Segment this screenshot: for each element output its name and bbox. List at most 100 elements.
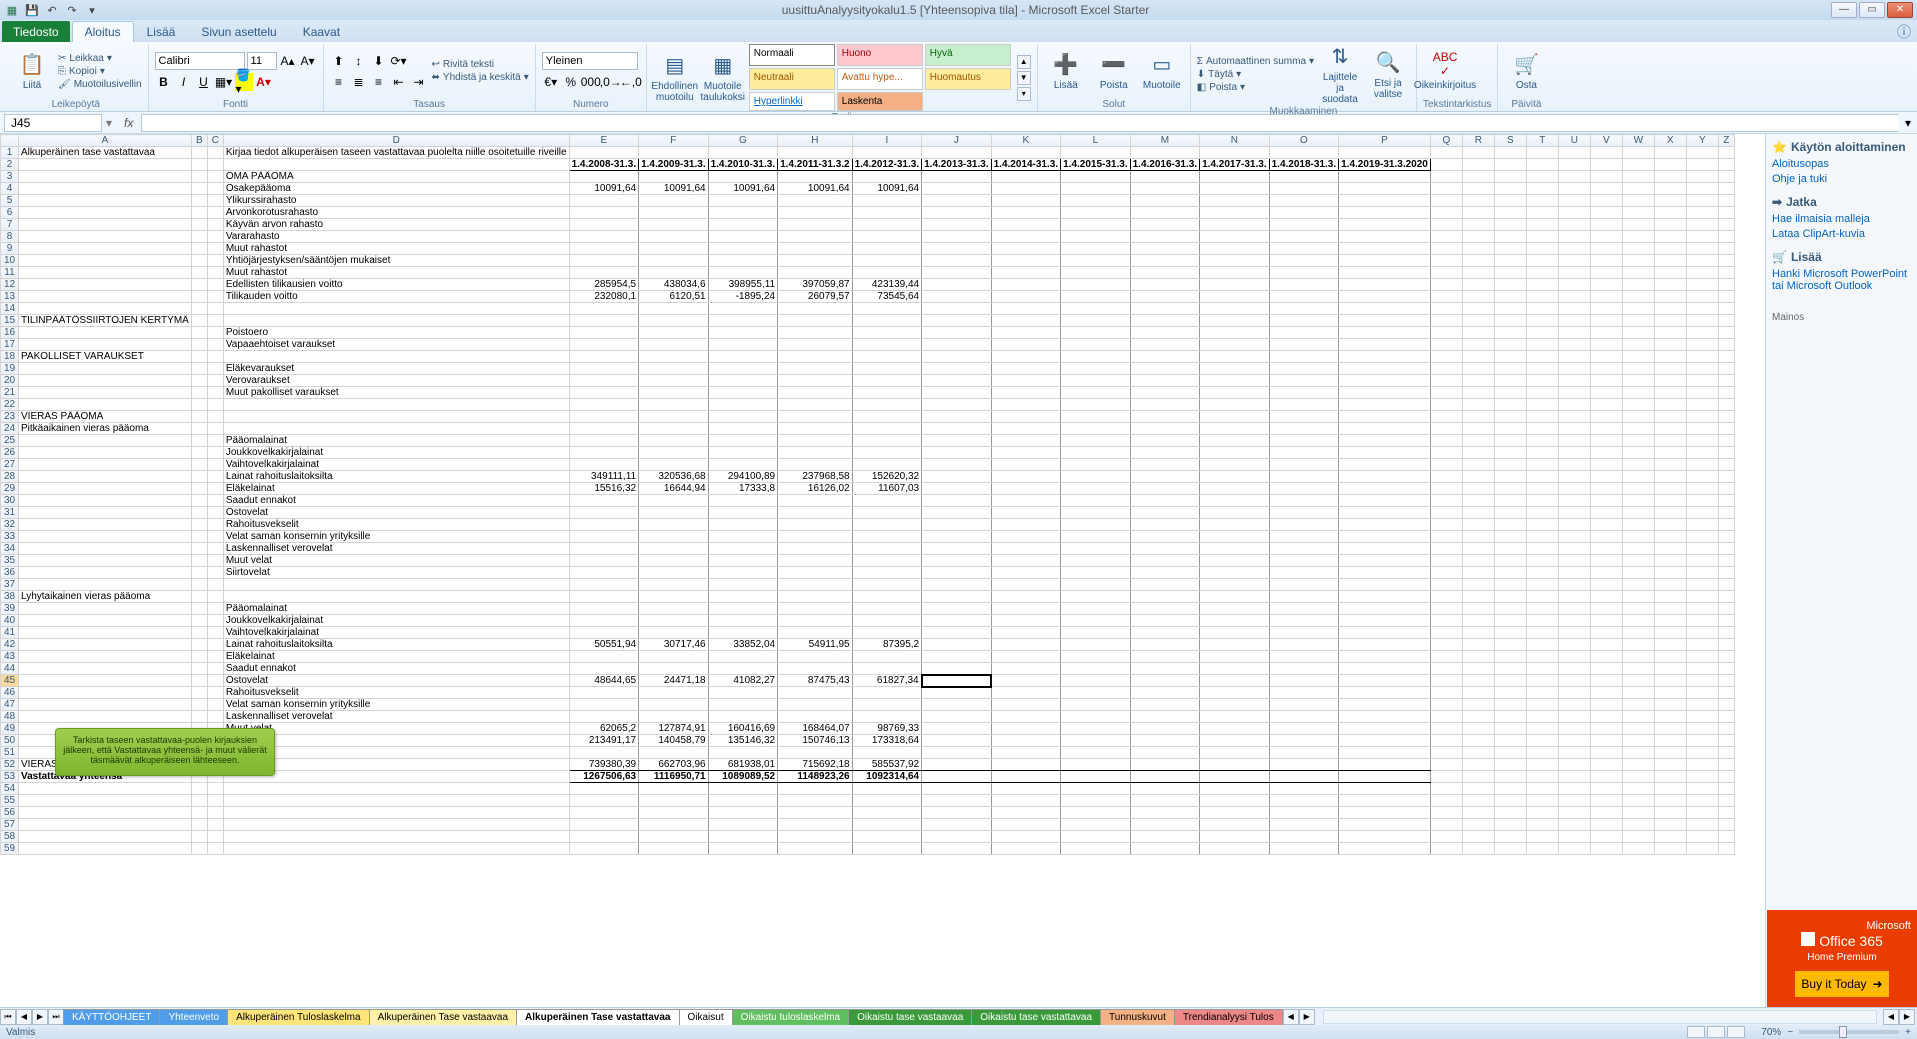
col-header[interactable]: E — [569, 135, 639, 147]
sheet-last-icon[interactable]: ⏭ — [48, 1009, 64, 1025]
formula-input[interactable] — [141, 114, 1899, 132]
tab-scroll-left-icon[interactable]: ◀ — [1283, 1009, 1299, 1025]
hscroll-right-icon[interactable]: ▶ — [1899, 1009, 1915, 1025]
col-header[interactable]: J — [922, 135, 992, 147]
style-hyperlink[interactable]: Hyperlinkki — [749, 92, 835, 111]
link-powerpoint[interactable]: Hanki Microsoft PowerPoint tai Microsoft… — [1772, 268, 1911, 292]
style-nav[interactable]: ▲▼▾ — [1017, 55, 1031, 101]
hscroll-left-icon[interactable]: ◀ — [1883, 1009, 1899, 1025]
format-painter-button[interactable]: 🖌Muotoilusivellin — [58, 79, 142, 90]
help-icon[interactable]: ⓘ — [1897, 22, 1911, 42]
paste-button[interactable]: 📋Liitä — [10, 52, 54, 91]
merge-center-button[interactable]: ⬌Yhdistä ja keskitä▾ — [432, 72, 529, 83]
cut-button[interactable]: ✂Leikkaa▾ — [58, 53, 142, 64]
col-header[interactable]: A — [19, 135, 192, 147]
sheet-tab-oikaisut[interactable]: Oikaisut — [679, 1009, 733, 1025]
underline-button[interactable]: U — [195, 73, 213, 91]
format-table-button[interactable]: ▦Muotoile taulukoksi — [701, 53, 745, 103]
align-top-icon[interactable]: ⬆ — [330, 52, 348, 70]
indent-inc-icon[interactable]: ⇥ — [410, 73, 428, 91]
zoom-slider[interactable] — [1799, 1030, 1899, 1034]
col-header[interactable]: L — [1061, 135, 1131, 147]
col-header[interactable]: V — [1590, 135, 1622, 147]
tab-page-layout[interactable]: Sivun asettelu — [188, 21, 289, 42]
sheet-tab-oikaistu-tulos[interactable]: Oikaistu tuloslaskelma — [732, 1009, 849, 1025]
col-header[interactable]: W — [1622, 135, 1654, 147]
dec-decimal-icon[interactable]: ←,0 — [622, 73, 640, 91]
sheet-tab-yhteenveto[interactable]: Yhteenveto — [159, 1009, 228, 1025]
col-header[interactable]: Z — [1718, 135, 1734, 147]
sheet-prev-icon[interactable]: ◀ — [16, 1009, 32, 1025]
col-header[interactable]: S — [1494, 135, 1526, 147]
delete-cells-button[interactable]: ➖Poista — [1092, 52, 1136, 91]
redo-icon[interactable]: ↷ — [64, 2, 80, 18]
clear-button[interactable]: ◧Poista▾ — [1197, 82, 1314, 93]
link-aloitusopas[interactable]: Aloitusopas — [1772, 158, 1911, 170]
qat-dropdown-icon[interactable]: ▾ — [84, 2, 100, 18]
buy-button[interactable]: 🛒Osta — [1504, 52, 1548, 91]
tab-insert[interactable]: Lisää — [134, 21, 189, 42]
formula-expand-icon[interactable]: ▾ — [1899, 116, 1917, 130]
sheet-first-icon[interactable]: ⏮ — [0, 1009, 16, 1025]
border-button[interactable]: ▦▾ — [215, 73, 233, 91]
align-center-icon[interactable]: ≣ — [350, 73, 368, 91]
link-mallit[interactable]: Hae ilmaisia malleja — [1772, 213, 1911, 225]
style-neutral[interactable]: Neutraali — [749, 68, 835, 90]
col-header[interactable]: U — [1558, 135, 1590, 147]
col-header[interactable]: C — [207, 135, 223, 147]
col-header[interactable]: D — [223, 135, 569, 147]
font-color-button[interactable]: A▾ — [255, 73, 273, 91]
col-header[interactable]: I — [852, 135, 922, 147]
hscroll[interactable] — [1323, 1010, 1877, 1024]
col-header[interactable]: P — [1339, 135, 1431, 147]
col-header[interactable]: G — [708, 135, 778, 147]
col-header[interactable]: K — [991, 135, 1061, 147]
col-header[interactable]: R — [1462, 135, 1494, 147]
view-buttons[interactable] — [1687, 1026, 1745, 1038]
tab-file[interactable]: Tiedosto — [2, 21, 70, 42]
sort-filter-button[interactable]: ⇅Lajittele ja suodata — [1318, 44, 1362, 105]
col-header[interactable]: O — [1269, 135, 1339, 147]
sheet-next-icon[interactable]: ▶ — [32, 1009, 48, 1025]
style-calculation[interactable]: Laskenta — [837, 92, 923, 111]
copy-button[interactable]: ⎘Kopioi▾ — [58, 66, 142, 77]
align-bottom-icon[interactable]: ⬇ — [370, 52, 388, 70]
tab-home[interactable]: Aloitus — [72, 21, 134, 42]
sheet-tab-tunnusluvut[interactable]: Tunnuskuvut — [1100, 1009, 1175, 1025]
fill-button[interactable]: ⬇Täytä▾ — [1197, 69, 1314, 80]
sheet-tab-tase-vastattavaa[interactable]: Alkuperäinen Tase vastattavaa — [516, 1009, 679, 1025]
sheet-tab-kayttoohjeet[interactable]: KÄYTTÖOHJEET — [63, 1009, 160, 1025]
style-hyperlink-opened[interactable]: Avattu hype... — [837, 68, 923, 90]
style-normal[interactable]: Normaali — [749, 44, 835, 66]
sheet-tab-oikaistu-tase-vastat[interactable]: Oikaistu tase vastattavaa — [971, 1009, 1101, 1025]
sheet-tab-tuloslaskelma[interactable]: Alkuperäinen Tuloslaskelma — [227, 1009, 370, 1025]
fx-icon[interactable]: fx — [116, 116, 141, 130]
close-button[interactable]: ✕ — [1887, 2, 1913, 18]
comma-icon[interactable]: 000 — [582, 73, 600, 91]
spellcheck-button[interactable]: ABC✓Oikeinkirjoitus — [1423, 52, 1467, 91]
undo-icon[interactable]: ↶ — [44, 2, 60, 18]
name-box[interactable] — [4, 114, 102, 132]
conditional-format-button[interactable]: ▤Ehdollinen muotoilu — [653, 53, 697, 103]
col-header[interactable]: N — [1200, 135, 1270, 147]
percent-icon[interactable]: % — [562, 73, 580, 91]
bold-button[interactable]: B — [155, 73, 173, 91]
font-name-select[interactable] — [155, 52, 245, 70]
cell-styles-gallery[interactable]: Normaali Huono Hyvä Neutraali Avattu hyp… — [749, 44, 1011, 111]
office365-ad[interactable]: Microsoft Office 365 Home Premium Buy it… — [1767, 910, 1917, 1007]
align-left-icon[interactable]: ≡ — [330, 73, 348, 91]
indent-dec-icon[interactable]: ⇤ — [390, 73, 408, 91]
spreadsheet-grid[interactable]: ABCDEFGHIJKLMNOPQRSTUVWXYZ 1Alkuperäinen… — [0, 134, 1765, 1007]
style-good[interactable]: Hyvä — [925, 44, 1011, 66]
col-header[interactable]: Q — [1430, 135, 1462, 147]
buy-today-button[interactable]: Buy it Today➜ — [1795, 971, 1888, 997]
orientation-icon[interactable]: ⟳▾ — [390, 52, 408, 70]
zoom-in-icon[interactable]: + — [1905, 1027, 1911, 1038]
style-note[interactable]: Huomautus — [925, 68, 1011, 90]
currency-icon[interactable]: €▾ — [542, 73, 560, 91]
autosum-button[interactable]: ΣAutomaattinen summa▾ — [1197, 56, 1314, 67]
wrap-text-button[interactable]: ↩Rivitä teksti — [432, 59, 529, 70]
save-icon[interactable]: 💾 — [24, 2, 40, 18]
link-clipart[interactable]: Lataa ClipArt-kuvia — [1772, 228, 1911, 240]
grow-font-icon[interactable]: A▴ — [279, 52, 297, 70]
